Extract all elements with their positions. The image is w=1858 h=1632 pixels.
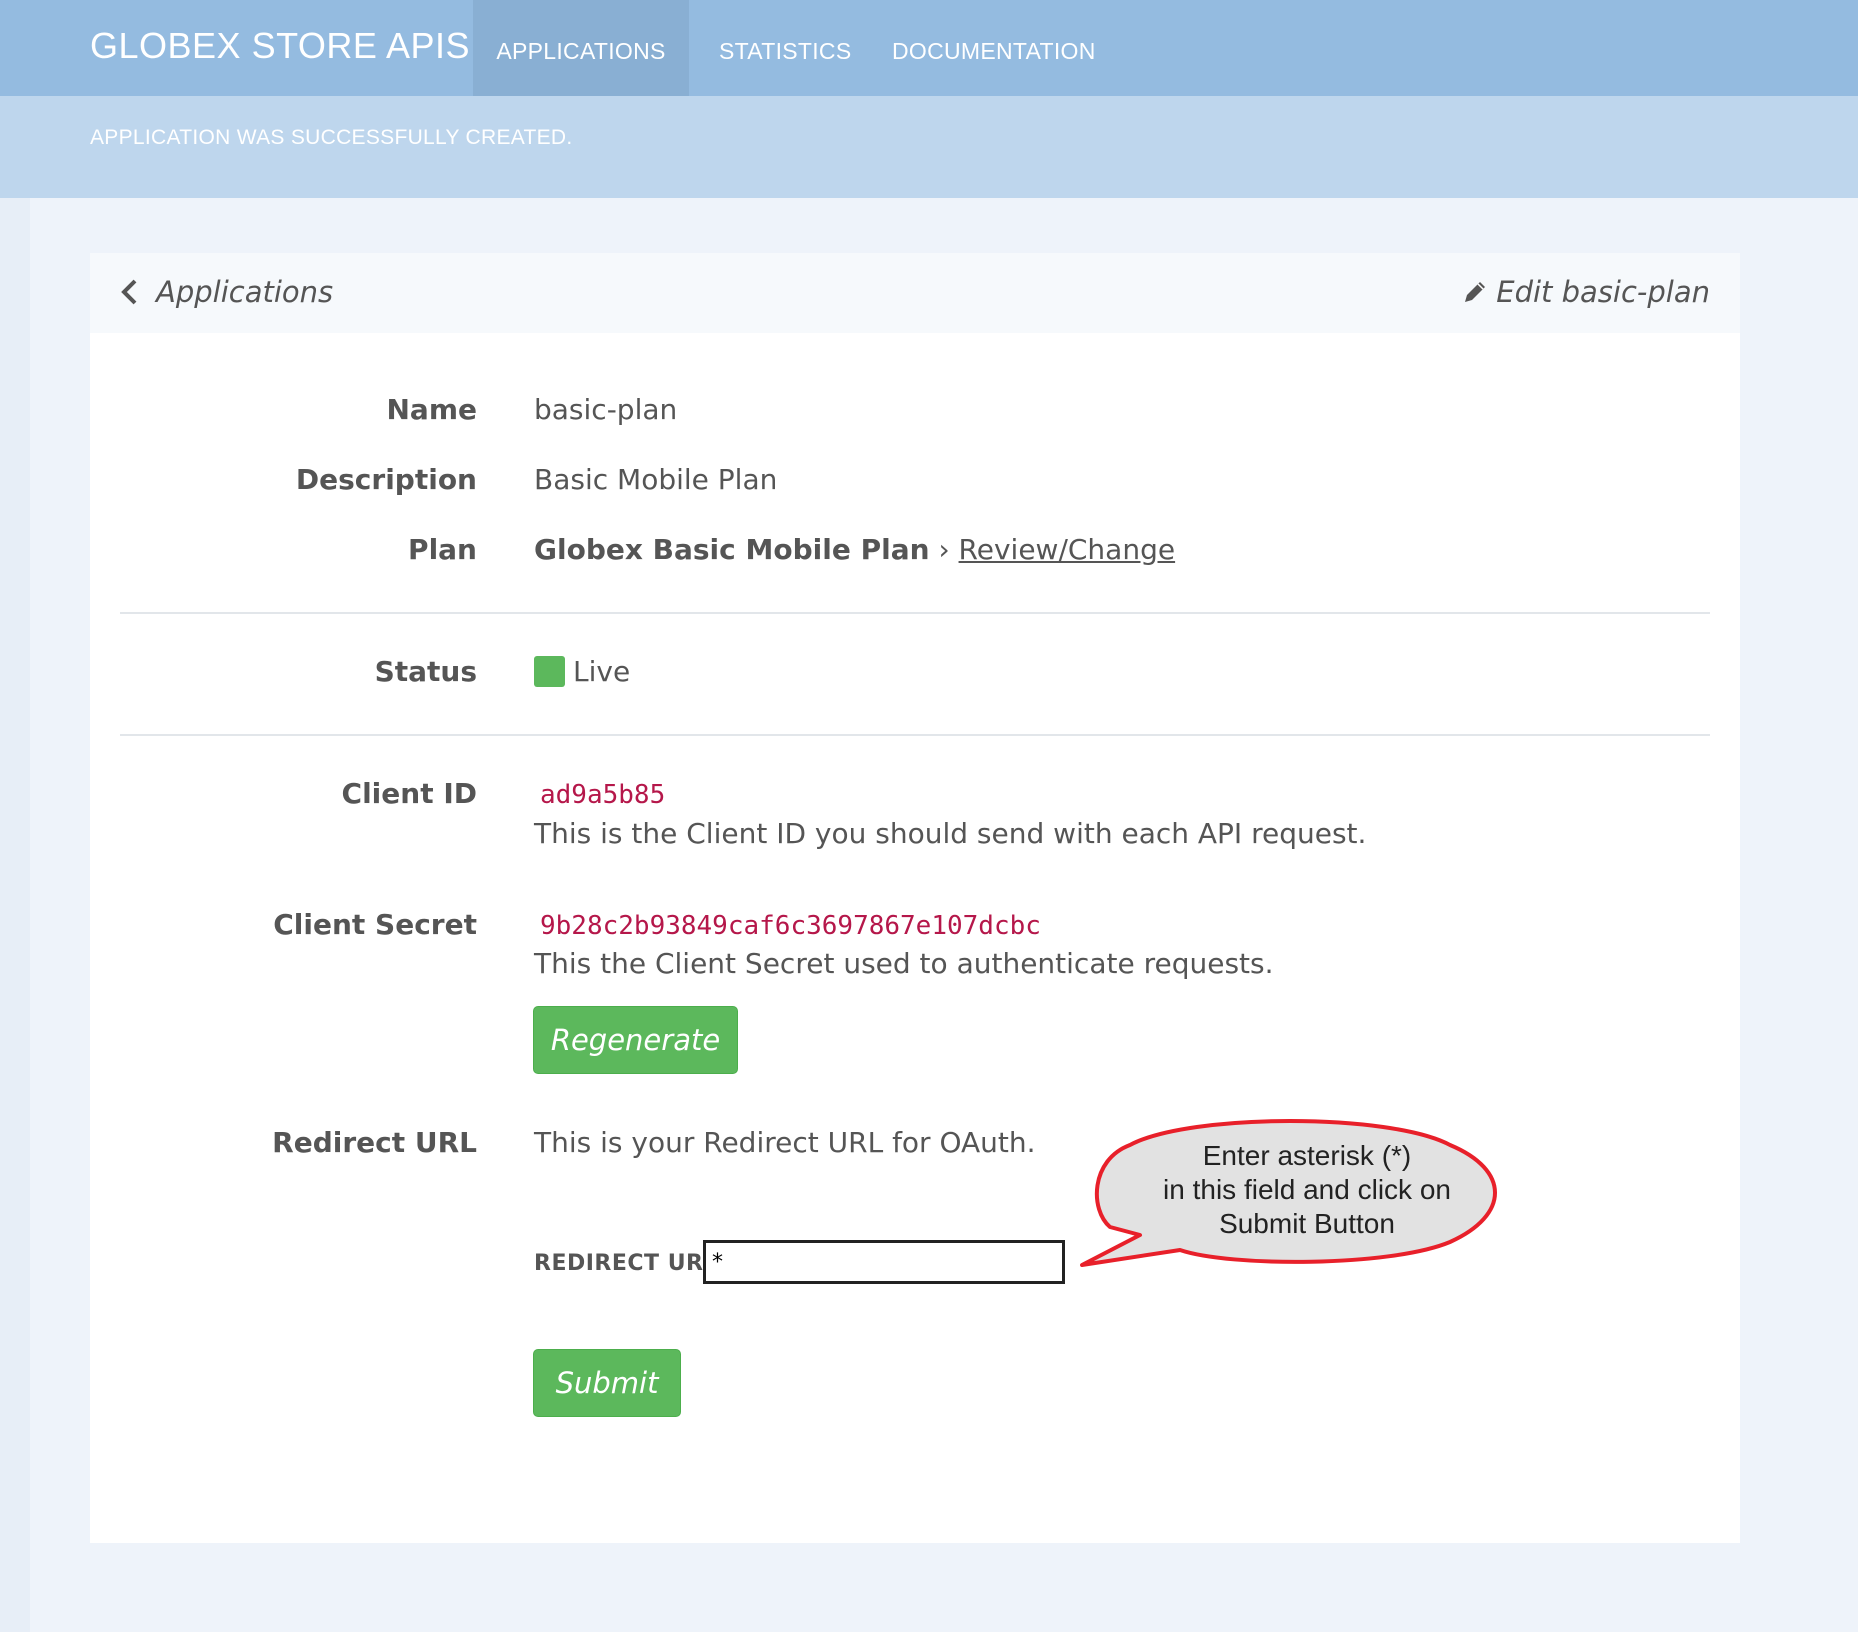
instruction-callout: Enter asterisk (*) in this field and cli… xyxy=(1080,1119,1497,1267)
plan-label: Plan xyxy=(408,533,477,566)
divider xyxy=(120,734,1710,736)
redirect-url-label: Redirect URL xyxy=(272,1126,477,1159)
edit-label: Edit basic-plan xyxy=(1496,275,1710,309)
nav-statistics[interactable]: STATISTICS xyxy=(719,0,852,96)
callout-line-3: Submit Button xyxy=(1219,1208,1395,1239)
client-id-value: ad9a5b85 xyxy=(540,780,666,810)
flash-message: APPLICATION WAS SUCCESSFULLY CREATED. xyxy=(90,126,573,149)
divider xyxy=(120,612,1710,614)
card-header: Applications Edit basic-plan xyxy=(90,253,1740,333)
back-label: Applications xyxy=(156,275,334,309)
submit-button[interactable]: Submit xyxy=(533,1349,681,1417)
name-label: Name xyxy=(386,393,478,426)
top-nav-bar: GLOBEX STORE APIS APPLICATIONS STATISTIC… xyxy=(0,0,1858,96)
status-label: Status xyxy=(374,655,477,688)
plan-value: Globex Basic Mobile Plan xyxy=(534,533,930,566)
redirect-url-field-label: REDIRECT URL xyxy=(534,1251,719,1276)
plan-review-change-link[interactable]: Review/Change xyxy=(959,533,1176,566)
status-indicator xyxy=(534,656,565,687)
client-secret-help: This the Client Secret used to authentic… xyxy=(534,947,1274,980)
regenerate-button[interactable]: Regenerate xyxy=(533,1006,738,1074)
callout-line-1: Enter asterisk (*) xyxy=(1203,1140,1412,1171)
client-id-help: This is the Client ID you should send wi… xyxy=(534,817,1367,850)
chevron-left-icon xyxy=(120,275,138,309)
callout-line-2: in this field and click on xyxy=(1163,1174,1451,1205)
pencil-icon xyxy=(1462,278,1488,304)
redirect-url-help: This is your Redirect URL for OAuth. xyxy=(534,1126,1036,1159)
plan-row: Globex Basic Mobile Plan › Review/Change xyxy=(534,533,1175,566)
status-value: Live xyxy=(573,655,631,688)
edit-application-link[interactable]: Edit basic-plan xyxy=(1462,275,1710,309)
left-edge-strip xyxy=(0,198,30,1632)
back-to-applications-link[interactable]: Applications xyxy=(120,275,333,309)
client-secret-value: 9b28c2b93849caf6c3697867e107dcbc xyxy=(540,911,1041,941)
client-id-label: Client ID xyxy=(341,777,477,810)
description-value: Basic Mobile Plan xyxy=(534,463,778,496)
client-secret-label: Client Secret xyxy=(273,908,477,941)
name-value: basic-plan xyxy=(534,393,678,426)
brand-logo[interactable]: GLOBEX STORE APIS xyxy=(90,20,470,72)
flash-message-bar: APPLICATION WAS SUCCESSFULLY CREATED. xyxy=(0,96,1858,198)
redirect-url-input[interactable] xyxy=(703,1240,1065,1284)
status-row: Live xyxy=(534,655,630,688)
description-label: Description xyxy=(295,463,477,496)
application-card: Applications Edit basic-plan Name basic-… xyxy=(90,253,1740,1543)
plan-separator: › xyxy=(938,533,950,566)
nav-applications[interactable]: APPLICATIONS xyxy=(473,0,689,96)
nav-documentation[interactable]: DOCUMENTATION xyxy=(892,0,1096,96)
